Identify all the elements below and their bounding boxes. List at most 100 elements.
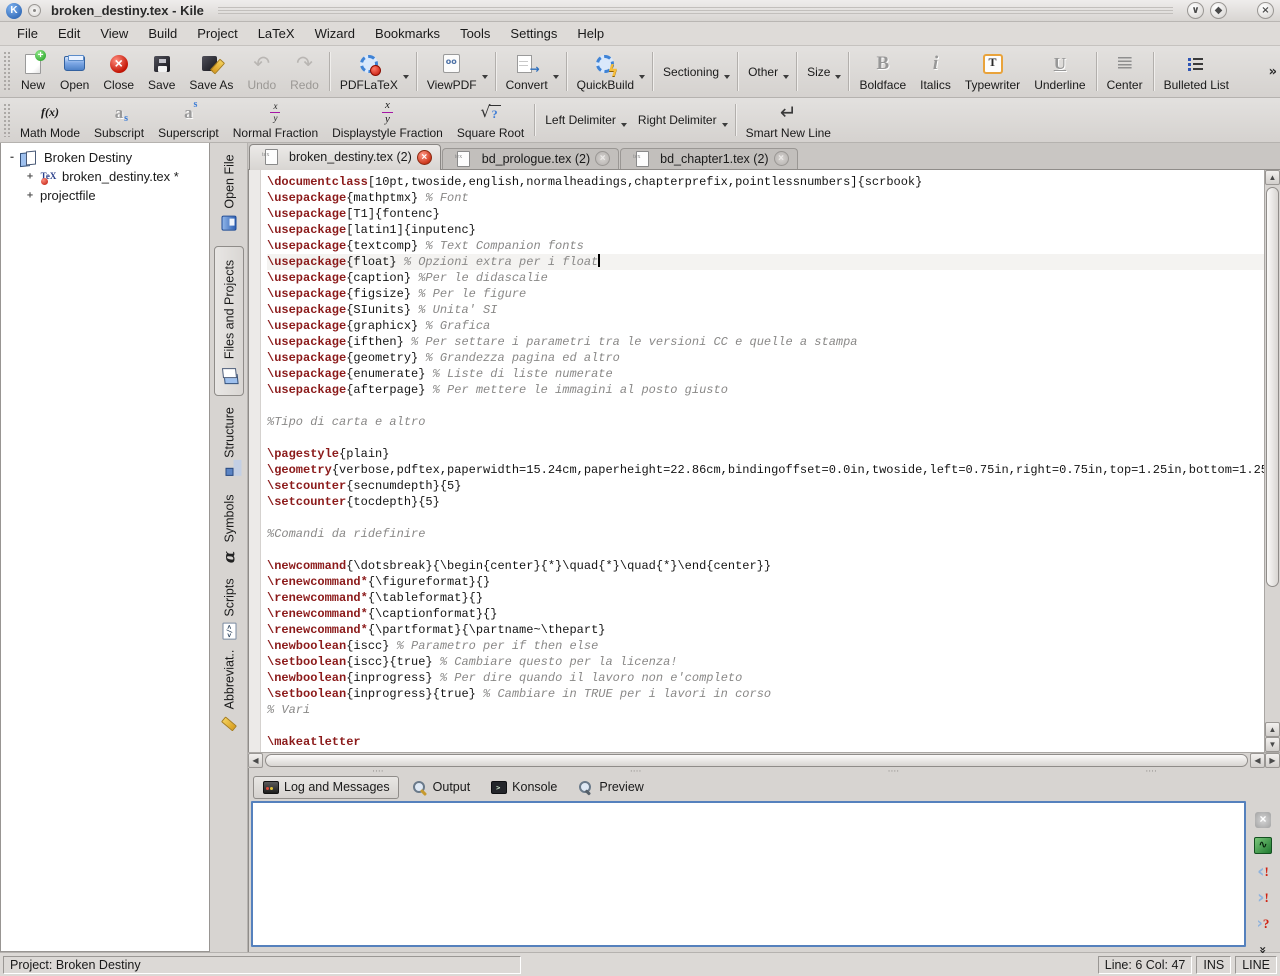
sticky-window-button[interactable] xyxy=(28,4,41,17)
sidebar-tab-open-file[interactable]: Open File xyxy=(214,149,244,237)
toolbar-button-new[interactable]: New xyxy=(13,48,53,95)
toolbar-button-pdflatex[interactable]: PDFLaTeX xyxy=(333,48,413,95)
toolbar-button-label: Italics xyxy=(920,78,951,92)
tree-expander-icon[interactable]: + xyxy=(25,172,35,182)
sidebar-tab-files-and-projects[interactable]: Files and Projects xyxy=(214,246,244,396)
menu-file[interactable]: File xyxy=(8,23,47,44)
menu-edit[interactable]: Edit xyxy=(49,23,89,44)
tree-item-broken-destiny[interactable]: -Broken Destiny xyxy=(1,148,209,167)
toolbar-button-save[interactable]: Save xyxy=(141,48,182,95)
tree-expander-icon[interactable]: - xyxy=(7,153,17,163)
toolbar-button-bulleted-list[interactable]: Bulleted List xyxy=(1157,48,1236,95)
sidebar-tab-structure[interactable]: Structure xyxy=(214,405,244,483)
toolbar-button-viewpdf[interactable]: ViewPDF xyxy=(420,48,492,95)
toolbar-separator xyxy=(735,104,736,136)
menu-tools[interactable]: Tools xyxy=(451,23,499,44)
editor-icon-border xyxy=(249,170,261,752)
code-line: \renewcommand*{\tableformat}{} xyxy=(267,590,1264,606)
toolbar-button-label: Save As xyxy=(189,78,233,92)
toolbar-button-boldface[interactable]: Boldface xyxy=(852,48,913,95)
toolbar-button-normal-fraction[interactable]: Normal Fraction xyxy=(226,100,325,140)
toolbar-button-size[interactable]: Size xyxy=(800,48,845,95)
open-file-icon xyxy=(220,215,237,232)
next-warning-button[interactable] xyxy=(1252,913,1274,934)
toolbar-button-subscript[interactable]: Subscript xyxy=(87,100,151,140)
toolbar-button-close[interactable]: Close xyxy=(96,48,141,95)
toolbar-overflow-icon[interactable]: » xyxy=(1269,65,1277,78)
next-error-button[interactable] xyxy=(1252,887,1274,908)
vertical-scrollbar-thumb[interactable] xyxy=(1266,187,1279,587)
tab-close-icon[interactable]: × xyxy=(417,150,432,165)
toolbar-button-undo[interactable]: Undo xyxy=(240,48,283,95)
toolbar-button-left-delimiter[interactable]: Left Delimiter xyxy=(538,100,631,140)
toolbar-button-superscript[interactable]: Superscript xyxy=(151,100,226,140)
dropdown-arrow-icon xyxy=(621,123,627,127)
panel-splitter[interactable]: ················ xyxy=(249,768,1280,775)
bottom-tab-output[interactable]: Output xyxy=(403,777,479,798)
bottom-tab-konsole[interactable]: Konsole xyxy=(482,777,565,798)
log-and-messages-view[interactable] xyxy=(251,801,1246,947)
window-maximize-button[interactable]: ◆ xyxy=(1210,2,1227,19)
tab-close-icon[interactable]: × xyxy=(774,151,789,166)
toolbar-button-sectioning[interactable]: Sectioning xyxy=(656,48,734,95)
menu-wizard[interactable]: Wizard xyxy=(306,23,364,44)
text-editor[interactable]: \documentclass[10pt,twoside,english,norm… xyxy=(249,170,1264,752)
menu-bookmarks[interactable]: Bookmarks xyxy=(366,23,449,44)
toolbar-button-italics[interactable]: Italics xyxy=(913,48,958,95)
scroll-left-icon[interactable]: ◀ xyxy=(248,753,263,768)
dropdown-arrow-icon xyxy=(783,75,789,79)
rail-overflow-button[interactable] xyxy=(1252,939,1274,960)
scroll-left2-icon[interactable]: ◀ xyxy=(1250,753,1265,768)
menu-view[interactable]: View xyxy=(91,23,137,44)
toolbar-button-square-root[interactable]: Square Root xyxy=(450,100,531,140)
toolbar-button-other[interactable]: Other xyxy=(741,48,793,95)
sidebar-tab-abbreviat[interactable]: Abbreviat.. xyxy=(214,650,244,732)
toolbar-button-convert[interactable]: Convert xyxy=(499,48,563,95)
code-line: \documentclass[10pt,twoside,english,norm… xyxy=(267,174,1264,190)
scroll-up-icon[interactable]: ▲ xyxy=(1265,170,1280,185)
tab-close-icon[interactable]: × xyxy=(595,151,610,166)
menu-build[interactable]: Build xyxy=(139,23,186,44)
toolbar-button-label: Size xyxy=(807,65,830,79)
editor-tab-bd-chapter1-tex-2[interactable]: bd_chapter1.tex (2)× xyxy=(620,148,797,169)
status-filler xyxy=(525,956,1094,974)
toolbar-button-center[interactable]: Center xyxy=(1100,48,1150,95)
editor-tab-broken-destiny-tex-2[interactable]: broken_destiny.tex (2)× xyxy=(249,144,441,170)
latex-log-button[interactable] xyxy=(1252,835,1274,856)
editor-content[interactable]: \documentclass[10pt,twoside,english,norm… xyxy=(261,170,1264,752)
editor-tab-bd-prologue-tex-2[interactable]: bd_prologue.tex (2)× xyxy=(442,148,619,169)
horizontal-scrollbar[interactable]: ◀ ◀ ▶ xyxy=(248,752,1280,768)
toolbar-button-redo[interactable]: Redo xyxy=(283,48,326,95)
title-bar: K broken_destiny.tex - Kile ∨ ◆ × xyxy=(0,0,1280,22)
toolbar-button-typewriter[interactable]: Typewriter xyxy=(958,48,1027,95)
toolbar-button-underline[interactable]: Underline xyxy=(1027,48,1092,95)
preview-icon xyxy=(577,779,594,796)
toolbar-button-math-mode[interactable]: Math Mode xyxy=(13,100,87,140)
toolbar-button-displaystyle-fraction[interactable]: Displaystyle Fraction xyxy=(325,100,450,140)
menu-latex[interactable]: LaTeX xyxy=(249,23,304,44)
menu-project[interactable]: Project xyxy=(188,23,246,44)
horizontal-scrollbar-thumb[interactable] xyxy=(265,754,1248,767)
kile-app-icon[interactable]: K xyxy=(6,3,22,19)
previous-error-button[interactable] xyxy=(1252,861,1274,882)
menu-help[interactable]: Help xyxy=(568,23,613,44)
tree-item-projectfile[interactable]: +projectfile xyxy=(1,186,209,205)
toolbar-button-smart-new-line[interactable]: Smart New Line xyxy=(739,100,838,140)
tree-item-broken-destiny-tex[interactable]: +broken_destiny.tex * xyxy=(1,167,209,186)
toolbar-button-right-delimiter[interactable]: Right Delimiter xyxy=(631,100,732,140)
window-shade-button[interactable]: ∨ xyxy=(1187,2,1204,19)
bottom-tab-log-and-messages[interactable]: Log and Messages xyxy=(253,776,399,799)
scroll-right-icon[interactable]: ▶ xyxy=(1265,753,1280,768)
bottom-tab-preview[interactable]: Preview xyxy=(569,777,651,798)
tree-expander-icon[interactable]: + xyxy=(25,191,35,201)
sidebar-tab-symbols[interactable]: Symbols xyxy=(214,492,244,568)
vertical-scrollbar[interactable]: ▲ ▲ ▼ xyxy=(1264,170,1280,752)
sidebar-tab-scripts[interactable]: Scripts xyxy=(214,577,244,641)
menu-settings[interactable]: Settings xyxy=(501,23,566,44)
window-close-button[interactable]: × xyxy=(1257,2,1274,19)
toolbar-button-quickbuild[interactable]: QuickBuild xyxy=(570,48,649,95)
toolbar-button-save-as[interactable]: Save As xyxy=(182,48,240,95)
scroll-down-icon[interactable]: ▼ xyxy=(1265,737,1280,752)
toolbar-button-open[interactable]: Open xyxy=(53,48,96,95)
scroll-up2-icon[interactable]: ▲ xyxy=(1265,722,1280,737)
